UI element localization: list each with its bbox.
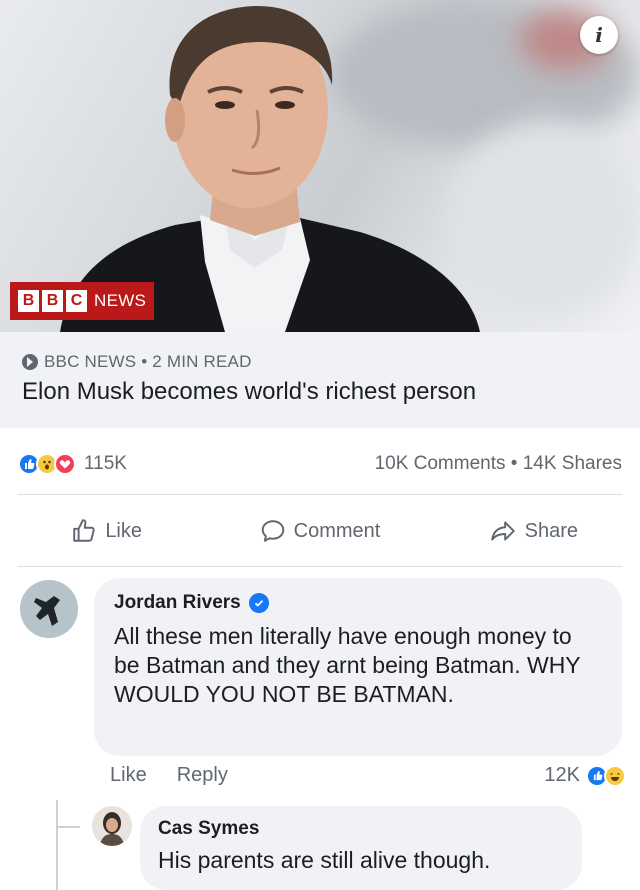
article-headline[interactable]: Elon Musk becomes world's richest person	[22, 378, 618, 406]
bbc-logo-letter: B	[18, 290, 39, 312]
reply-text: His parents are still alive though.	[158, 847, 491, 873]
comments-shares-count[interactable]: 10K Comments • 14K Shares	[375, 453, 622, 475]
comment-button[interactable]: Comment	[213, 508, 426, 554]
comment-author[interactable]: Jordan Rivers	[114, 592, 241, 614]
source-label: BBC NEWS • 2 MIN READ	[44, 352, 252, 371]
comment-text: All these men literally have enough mone…	[114, 623, 581, 707]
divider	[18, 494, 622, 495]
comment-meta: Like Reply 12K	[110, 764, 626, 787]
info-button[interactable]: i	[580, 16, 618, 54]
speech-bubble-icon	[261, 520, 284, 542]
source-row: BBC NEWS • 2 MIN READ	[22, 352, 618, 372]
comment-label: Comment	[293, 519, 381, 542]
bbc-news-logo: B B C NEWS	[10, 282, 155, 320]
link-preview-caption[interactable]: BBC NEWS • 2 MIN READ Elon Musk becomes …	[0, 332, 640, 428]
share-arrow-icon	[490, 521, 515, 541]
like-button[interactable]: Like	[0, 508, 213, 554]
reaction-icons	[18, 453, 76, 475]
share-label: Share	[524, 519, 578, 542]
avatar[interactable]	[20, 580, 78, 638]
reactions-summary[interactable]: 115K 10K Comments • 14K Shares	[18, 446, 622, 482]
reaction-count[interactable]: 115K	[84, 453, 127, 475]
article-image[interactable]: i B B C NEWS	[0, 0, 640, 332]
reply-thread-line	[56, 800, 58, 890]
avatar[interactable]	[92, 806, 132, 846]
like-label: Like	[105, 519, 143, 542]
thumbs-up-icon	[73, 519, 95, 542]
bbc-logo-letter: B	[42, 290, 63, 312]
comment-bubble[interactable]: Jordan Rivers All these men literally ha…	[94, 578, 622, 756]
bbc-logo-news: NEWS	[94, 291, 147, 310]
verified-badge-icon	[248, 593, 269, 613]
reply-bubble[interactable]: Cas Symes His parents are still alive th…	[140, 806, 582, 890]
reply-author[interactable]: Cas Symes	[158, 818, 259, 840]
comment-reactions[interactable]: 12K	[544, 764, 626, 787]
person-silhouette-icon	[20, 580, 78, 638]
person-photo-icon	[92, 806, 132, 846]
love-reaction-icon	[54, 453, 76, 475]
instant-article-icon	[22, 354, 38, 370]
divider	[18, 566, 622, 567]
haha-reaction-icon	[604, 764, 626, 787]
comment-reaction-count: 12K	[544, 764, 580, 786]
comment-reply-link[interactable]: Reply	[177, 764, 228, 787]
bbc-logo-letter: C	[66, 290, 87, 312]
info-icon: i	[595, 23, 603, 47]
share-button[interactable]: Share	[427, 508, 640, 554]
post-action-bar: Like Comment Share	[0, 508, 640, 554]
reply-thread-branch	[56, 826, 80, 828]
comment-like-link[interactable]: Like	[110, 764, 147, 787]
